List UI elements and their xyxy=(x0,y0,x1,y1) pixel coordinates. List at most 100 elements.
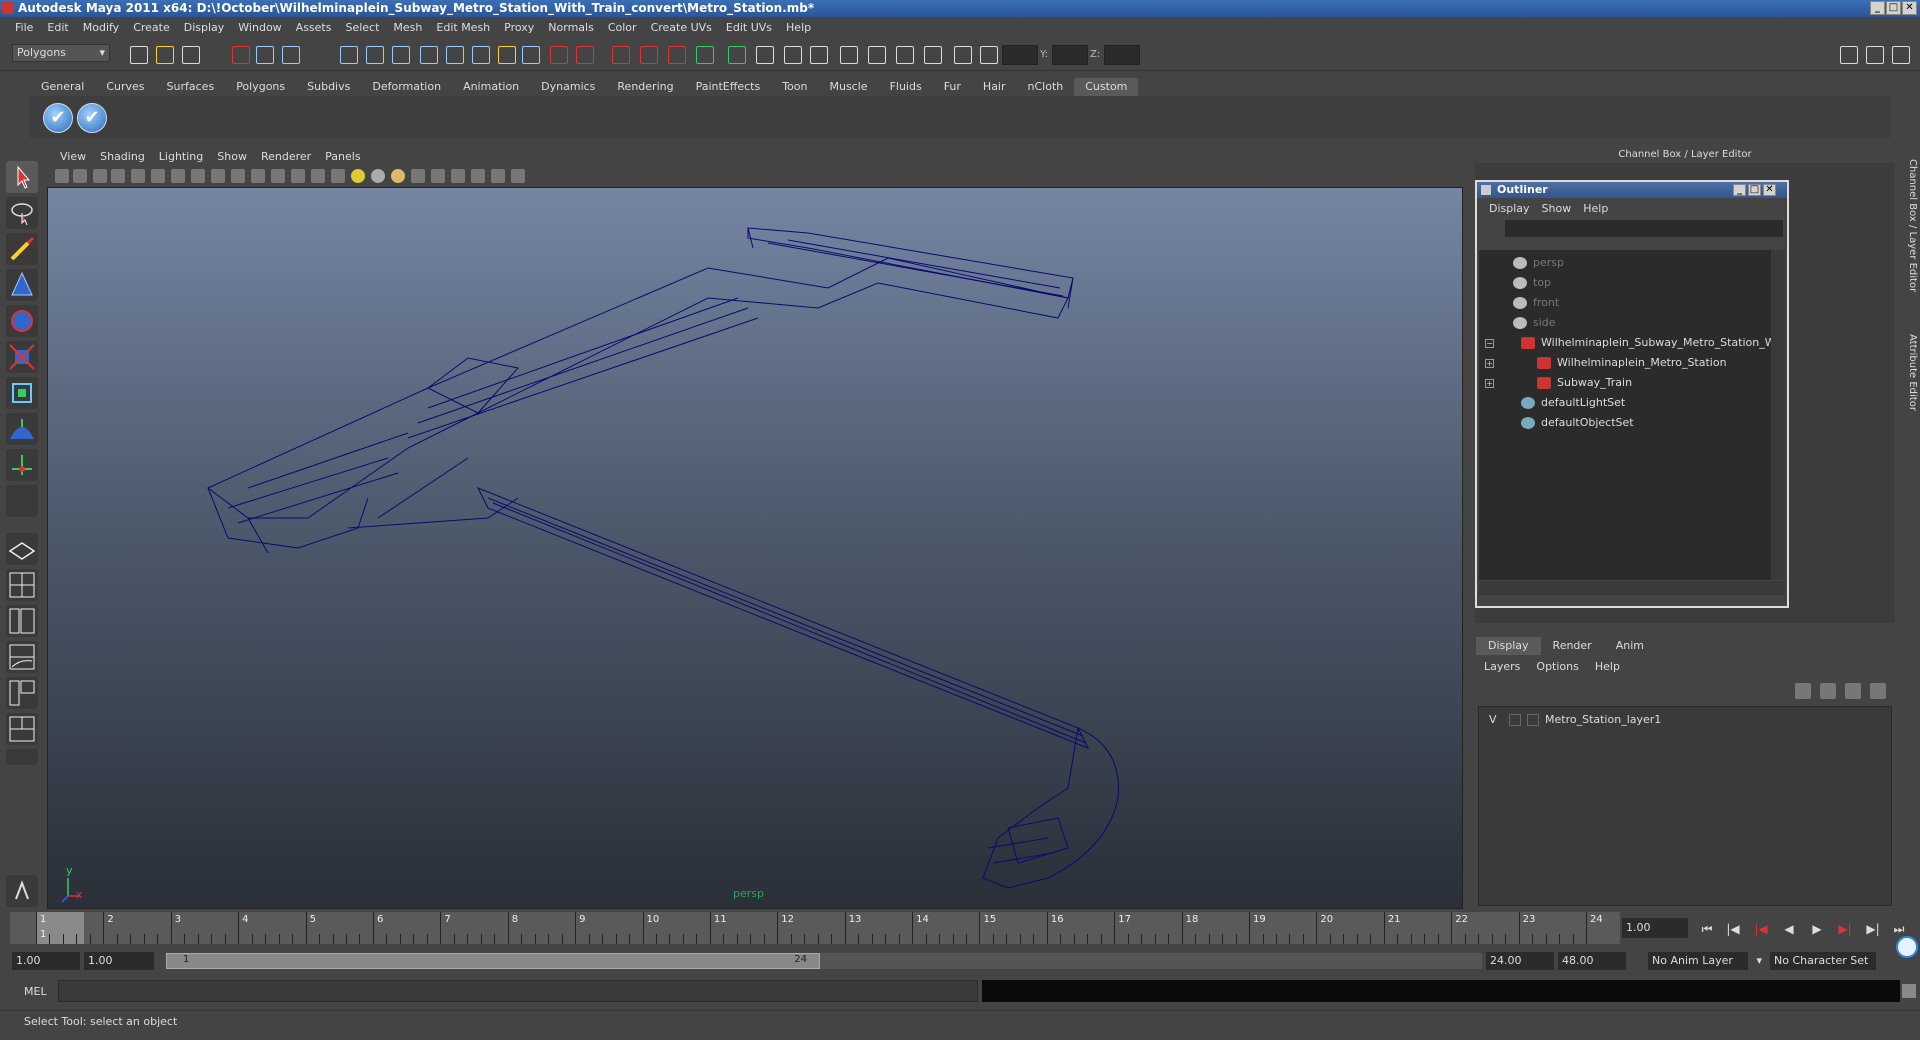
layer-type-toggle[interactable] xyxy=(1509,714,1521,726)
status-tool-icon[interactable] xyxy=(550,46,568,64)
command-input-field[interactable] xyxy=(58,980,978,1002)
status-tool-icon[interactable] xyxy=(446,46,464,64)
shelf-button-check-2[interactable]: ✔ xyxy=(77,103,107,133)
status-tool-icon[interactable] xyxy=(366,46,384,64)
shelf-tab-fur[interactable]: Fur xyxy=(933,78,972,96)
scale-tool-icon[interactable] xyxy=(6,341,38,373)
shelf-tab-dynamics[interactable]: Dynamics xyxy=(530,78,606,96)
viewport-tool-icon[interactable] xyxy=(471,169,485,183)
viewport-tool-icon[interactable] xyxy=(151,169,165,183)
status-tool-icon[interactable] xyxy=(980,46,998,64)
y-field[interactable] xyxy=(1052,45,1088,65)
animation-end-field[interactable]: 48.00 xyxy=(1558,952,1626,970)
move-layer-up-icon[interactable] xyxy=(1845,683,1861,699)
viewport-tool-icon[interactable] xyxy=(271,169,285,183)
shelf-button-check-1[interactable]: ✔ xyxy=(43,103,73,133)
menu-edit-mesh[interactable]: Edit Mesh xyxy=(429,21,497,34)
select-tool-icon[interactable] xyxy=(6,161,38,193)
shelf-tab-ncloth[interactable]: nCloth xyxy=(1017,78,1075,96)
viewport-tool-icon[interactable] xyxy=(55,169,69,183)
viewport-tool-icon[interactable] xyxy=(191,169,205,183)
graph-outliner-layout-icon[interactable] xyxy=(6,713,38,745)
viewport-tool-icon[interactable] xyxy=(491,169,505,183)
menu-modify[interactable]: Modify xyxy=(76,21,126,34)
expand-icon[interactable]: + xyxy=(1485,379,1494,388)
new-layer-icon[interactable] xyxy=(1795,683,1811,699)
close-button[interactable]: ✕ xyxy=(1902,1,1917,15)
shelf-tab-animation[interactable]: Animation xyxy=(452,78,530,96)
graph-editor-layout-icon[interactable] xyxy=(6,641,38,673)
outliner-item[interactable]: defaultLightSet xyxy=(1479,394,1771,412)
outliner-menu-help[interactable]: Help xyxy=(1577,202,1614,215)
shelf-tab-polygons[interactable]: Polygons xyxy=(225,78,296,96)
outliner-item[interactable]: + Subway_Train xyxy=(1479,374,1771,392)
status-tool-icon[interactable] xyxy=(784,46,802,64)
menu-select[interactable]: Select xyxy=(338,21,386,34)
collapse-icon[interactable]: − xyxy=(1485,339,1494,348)
shelf-tab-custom[interactable]: Custom xyxy=(1074,78,1139,96)
viewport-menu-shading[interactable]: Shading xyxy=(93,150,152,163)
layer-tab-render[interactable]: Render xyxy=(1541,637,1604,655)
menu-edit[interactable]: Edit xyxy=(40,21,75,34)
x-field[interactable] xyxy=(1002,45,1038,65)
status-tool-icon[interactable] xyxy=(954,46,972,64)
status-tool-icon[interactable] xyxy=(340,46,358,64)
maximize-button[interactable]: □ xyxy=(1886,1,1901,15)
status-tool-icon[interactable] xyxy=(640,46,658,64)
viewport-menu-panels[interactable]: Panels xyxy=(318,150,367,163)
perspective-viewport[interactable]: y x xyxy=(47,187,1463,909)
status-tool-icon[interactable] xyxy=(576,46,594,64)
menu-file[interactable]: File xyxy=(8,21,40,34)
layer-menu-layers[interactable]: Layers xyxy=(1476,658,1528,676)
outliner-layout-icon[interactable] xyxy=(6,605,38,637)
outliner-item[interactable]: side xyxy=(1479,314,1771,332)
status-tool-icon[interactable] xyxy=(522,46,540,64)
status-tool-icon[interactable] xyxy=(810,46,828,64)
layer-visibility-toggle[interactable]: V xyxy=(1489,711,1497,729)
viewport-tool-icon[interactable] xyxy=(171,169,185,183)
shelf-tab-subdivs[interactable]: Subdivs xyxy=(296,78,361,96)
step-back-frame-button[interactable]: |◀ xyxy=(1724,921,1742,937)
shelf-tab-curves[interactable]: Curves xyxy=(95,78,155,96)
character-set-dropdown[interactable]: No Character Set xyxy=(1770,952,1876,970)
play-backwards-button[interactable]: ◀ xyxy=(1780,921,1798,937)
step-forward-key-button[interactable]: ▶| xyxy=(1836,921,1854,937)
step-back-key-button[interactable]: |◀ xyxy=(1752,921,1770,937)
range-slider-handle[interactable]: 1 24 xyxy=(166,953,820,969)
status-tool-icon[interactable] xyxy=(130,46,148,64)
menu-help[interactable]: Help xyxy=(779,21,818,34)
outliner-menu-display[interactable]: Display xyxy=(1483,202,1536,215)
playback-start-field[interactable]: 1.00 xyxy=(84,952,154,970)
shelf-tab-fluids[interactable]: Fluids xyxy=(879,78,933,96)
channel-box-vertical-tab[interactable]: Channel Box / Layer Editor xyxy=(1898,151,1918,301)
status-tool-icon[interactable] xyxy=(840,46,858,64)
quick-layout-icon[interactable] xyxy=(6,875,38,907)
attribute-editor-vertical-tab[interactable]: Attribute Editor xyxy=(1898,307,1918,437)
animation-start-field[interactable]: 1.00 xyxy=(12,952,80,970)
status-tool-icon[interactable] xyxy=(896,46,914,64)
viewport-tool-icon[interactable] xyxy=(73,169,87,183)
menu-edit-uvs[interactable]: Edit UVs xyxy=(719,21,779,34)
layer-menu-options[interactable]: Options xyxy=(1528,658,1586,676)
outliner-item[interactable]: + Wilhelminaplein_Metro_Station xyxy=(1479,354,1771,372)
viewport-tool-icon[interactable] xyxy=(93,169,107,183)
minimize-button[interactable]: _ xyxy=(1870,1,1885,15)
paint-select-tool-icon[interactable] xyxy=(6,233,38,265)
viewport-tool-icon[interactable] xyxy=(111,169,125,183)
layer-tab-display[interactable]: Display xyxy=(1476,637,1541,655)
universal-manipulator-icon[interactable] xyxy=(6,377,38,409)
current-frame-field[interactable]: 1.00 xyxy=(1622,918,1688,938)
show-manipulator-icon[interactable] xyxy=(6,449,38,481)
viewport-tool-icon[interactable] xyxy=(211,169,225,183)
single-perspective-layout-icon[interactable] xyxy=(6,533,38,565)
status-tool-icon[interactable] xyxy=(420,46,438,64)
lasso-tool-icon[interactable] xyxy=(6,197,38,229)
z-field[interactable] xyxy=(1104,45,1140,65)
outliner-vertical-scrollbar[interactable] xyxy=(1771,250,1785,580)
outliner-item[interactable]: defaultObjectSet xyxy=(1479,414,1771,432)
step-forward-frame-button[interactable]: ▶| xyxy=(1864,921,1882,937)
status-tool-icon[interactable] xyxy=(728,46,746,64)
shelf-tab-surfaces[interactable]: Surfaces xyxy=(156,78,226,96)
viewport-tool-icon[interactable] xyxy=(371,169,385,183)
status-tool-icon[interactable] xyxy=(498,46,516,64)
